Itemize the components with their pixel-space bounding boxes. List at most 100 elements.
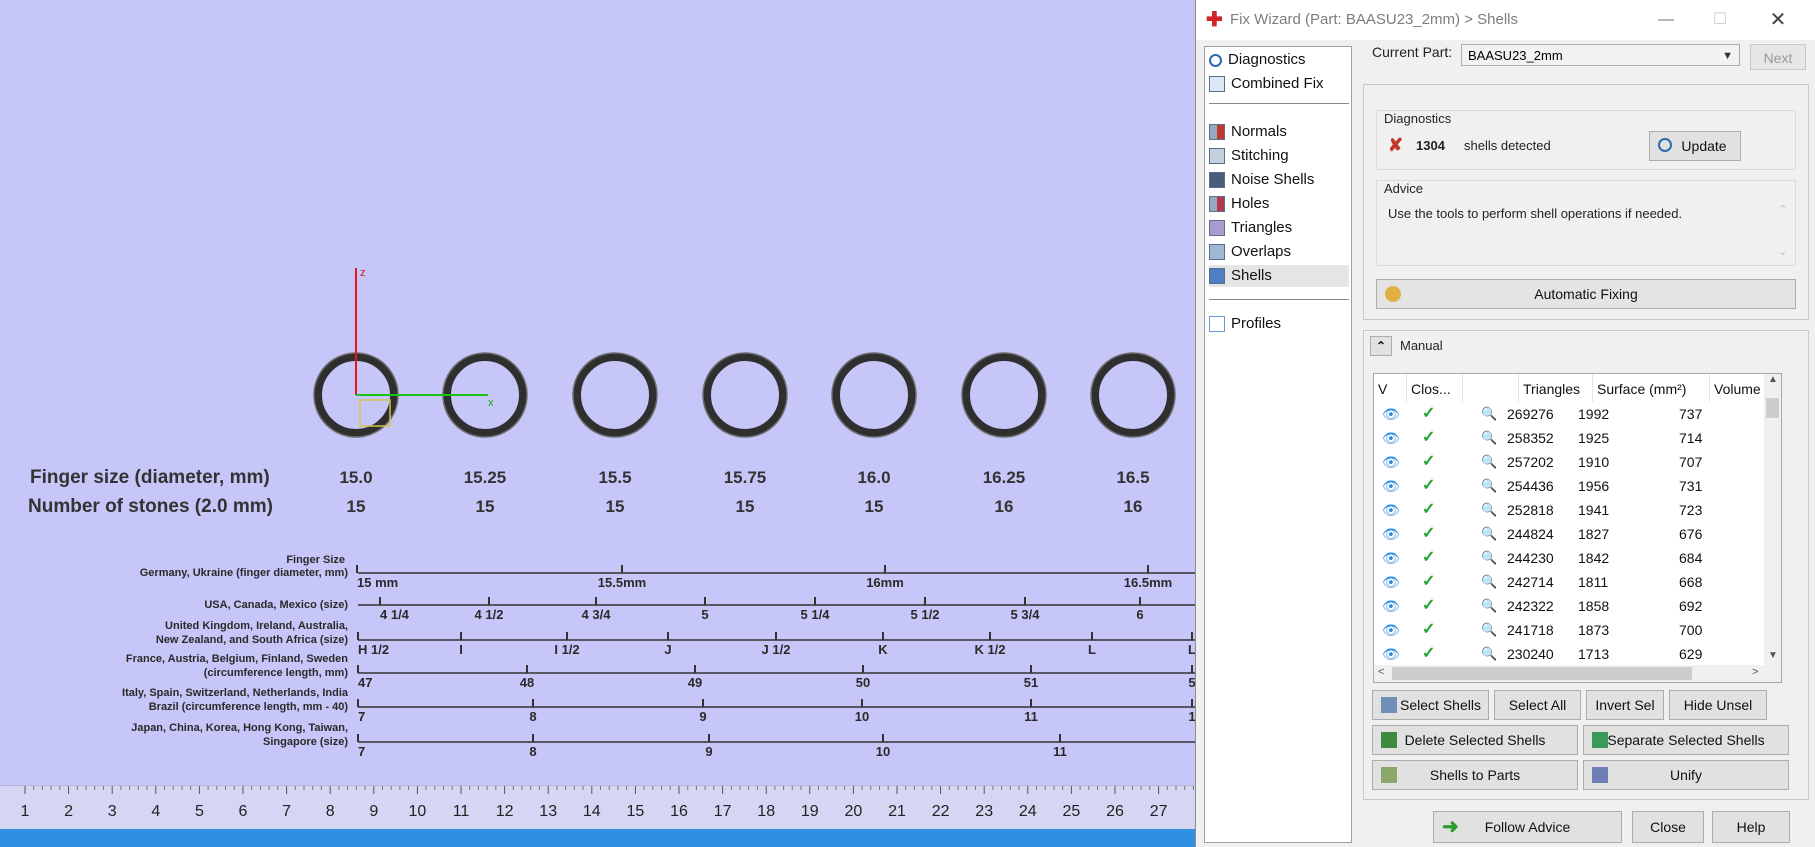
table-row[interactable]: 👁 ✓ 🔍 254436 1956 731 (1374, 474, 1766, 498)
eye-icon[interactable]: 👁 (1382, 426, 1400, 450)
eye-icon[interactable]: 👁 (1382, 522, 1400, 546)
magnifier-icon[interactable]: 🔍 (1481, 642, 1497, 666)
title-bar[interactable]: ✚ Fix Wizard (Part: BAASU23_2mm) > Shell… (1196, 0, 1815, 40)
scroll-down-icon[interactable]: ▼ (1768, 650, 1778, 661)
table-row[interactable]: 👁 ✓ 🔍 257202 1910 707 (1374, 450, 1766, 474)
table-row[interactable]: 👁 ✓ 🔍 269276 1992 737 (1374, 402, 1766, 426)
delete-selected-shells-button[interactable]: Delete Selected Shells (1372, 725, 1578, 755)
scroll-up-icon[interactable]: ⌃ (1778, 203, 1787, 216)
scroll-right-icon[interactable]: > (1752, 666, 1758, 678)
column-header[interactable]: Clos... (1407, 374, 1463, 402)
nav-item-holes[interactable]: Holes (1209, 193, 1349, 215)
size-row-label: France, Austria, Belgium, Finland, Swede… (126, 653, 348, 665)
magnifier-icon[interactable]: 🔍 (1481, 570, 1497, 594)
scroll-left-icon[interactable]: < (1378, 666, 1384, 678)
eye-icon[interactable]: 👁 (1382, 450, 1400, 474)
current-part-dropdown[interactable]: BAASU23_2mm ▼ (1461, 44, 1740, 66)
nav-item-shells[interactable]: Shells (1209, 265, 1349, 287)
magnifier-icon[interactable]: 🔍 (1481, 402, 1497, 426)
nav-item-label: Holes (1231, 195, 1270, 212)
close-button[interactable]: Close (1632, 811, 1704, 843)
nav-item-normals[interactable]: Normals (1209, 121, 1349, 143)
shells-table[interactable]: V Clos... Triangles Surface (mm²) Volume… (1373, 373, 1782, 683)
update-button[interactable]: Update (1649, 131, 1741, 161)
size-tick-label: 10 (855, 709, 869, 724)
manual-heading: Manual (1400, 338, 1443, 353)
nav-item-diagnostics[interactable]: Diagnostics (1209, 49, 1349, 71)
follow-advice-button[interactable]: ➜ Follow Advice (1433, 811, 1622, 843)
hide-unsel-button[interactable]: Hide Unsel (1669, 690, 1767, 720)
table-row[interactable]: 👁 ✓ 🔍 242714 1811 668 (1374, 570, 1766, 594)
magnifier-icon[interactable]: 🔍 (1481, 594, 1497, 618)
advice-text: Use the tools to perform shell operation… (1388, 206, 1683, 221)
volume-cell: 700 (1679, 622, 1703, 638)
eye-icon[interactable]: 👁 (1382, 546, 1400, 570)
volume-cell: 668 (1679, 574, 1703, 590)
separate-selected-shells-button[interactable]: Separate Selected Shells (1583, 725, 1789, 755)
invert-sel-button[interactable]: Invert Sel (1586, 690, 1664, 720)
vertical-scrollbar[interactable]: ▲ ▼ (1764, 374, 1781, 682)
scroll-up-icon[interactable]: ▲ (1768, 374, 1778, 385)
column-header[interactable]: Volume (1710, 374, 1766, 402)
magnifier-icon[interactable]: 🔍 (1481, 546, 1497, 570)
eye-icon[interactable]: 👁 (1382, 618, 1400, 642)
column-header[interactable]: Triangles (1519, 374, 1593, 402)
scrollbar-thumb[interactable] (1392, 667, 1692, 680)
maximize-icon[interactable]: ☐ (1698, 6, 1742, 34)
3d-viewport[interactable]: z x Finger size (diameter, mm) Number of st… (0, 0, 1195, 847)
column-header[interactable]: Surface (mm²) (1593, 374, 1710, 402)
ruler-number: 5 (195, 803, 204, 820)
minimize-icon[interactable]: — (1644, 6, 1688, 34)
magnifier-icon[interactable]: 🔍 (1481, 450, 1497, 474)
table-row[interactable]: 👁 ✓ 🔍 244824 1827 676 (1374, 522, 1766, 546)
nav-item-profiles[interactable]: Profiles (1209, 313, 1349, 335)
magnifier-icon[interactable]: 🔍 (1481, 522, 1497, 546)
nav-item-triangles[interactable]: Triangles (1209, 217, 1349, 239)
magnifier-icon[interactable]: 🔍 (1481, 618, 1497, 642)
triangles-cell: 242714 (1507, 574, 1554, 590)
scrollbar-thumb[interactable] (1766, 398, 1779, 418)
size-row-label: Germany, Ukraine (finger diameter, mm) (140, 567, 349, 579)
automatic-fixing-button[interactable]: Automatic Fixing (1376, 279, 1796, 309)
magnifier-icon[interactable]: 🔍 (1481, 474, 1497, 498)
advice-group (1376, 180, 1796, 266)
delete-selected-label: Delete Selected Shells (1404, 732, 1546, 748)
checkmark-icon: ✓ (1422, 597, 1436, 614)
magnifier-icon[interactable]: 🔍 (1481, 426, 1497, 450)
table-row[interactable]: 👁 ✓ 🔍 241718 1873 700 (1374, 618, 1766, 642)
shells-to-parts-button[interactable]: Shells to Parts (1372, 760, 1578, 790)
eye-icon[interactable]: 👁 (1382, 402, 1400, 426)
combined-fix-icon (1209, 76, 1225, 93)
nav-item-overlaps[interactable]: Overlaps (1209, 241, 1349, 263)
nav-item-combined-fix[interactable]: Combined Fix (1209, 73, 1349, 95)
nav-item-noise-shells[interactable]: Noise Shells (1209, 169, 1349, 191)
size-tick-label: K 1/2 (974, 642, 1005, 657)
table-row[interactable]: 👁 ✓ 🔍 230240 1713 629 (1374, 642, 1766, 666)
collapse-manual-button[interactable]: ⌃ (1370, 336, 1392, 356)
unify-button[interactable]: Unify (1583, 760, 1789, 790)
checkmark-icon: ✓ (1422, 645, 1436, 662)
stones-label: Number of stones (2.0 mm) (28, 496, 273, 517)
column-header[interactable]: V (1374, 374, 1407, 402)
eye-icon[interactable]: 👁 (1382, 474, 1400, 498)
eye-icon[interactable]: 👁 (1382, 570, 1400, 594)
eye-icon[interactable]: 👁 (1382, 642, 1400, 666)
eye-icon[interactable]: 👁 (1382, 498, 1400, 522)
eye-icon[interactable]: 👁 (1382, 594, 1400, 618)
magnifier-icon[interactable]: 🔍 (1481, 498, 1497, 522)
table-row[interactable]: 👁 ✓ 🔍 244230 1842 684 (1374, 546, 1766, 570)
nav-item-stitching[interactable]: Stitching (1209, 145, 1349, 167)
column-header[interactable] (1463, 374, 1519, 402)
current-part-label: Current Part: (1372, 44, 1453, 60)
select-shells-button[interactable]: Select Shells (1372, 690, 1489, 720)
table-row[interactable]: 👁 ✓ 🔍 252818 1941 723 (1374, 498, 1766, 522)
close-icon[interactable]: ✕ (1756, 6, 1800, 34)
scroll-down-icon[interactable]: ⌄ (1778, 245, 1787, 258)
next-button[interactable]: Next (1750, 44, 1806, 70)
horizontal-scrollbar[interactable]: < > (1374, 665, 1766, 682)
select-all-button[interactable]: Select All (1494, 690, 1581, 720)
help-button[interactable]: Help (1712, 811, 1790, 843)
table-row[interactable]: 👁 ✓ 🔍 242322 1858 692 (1374, 594, 1766, 618)
viewport-canvas[interactable]: z x Finger size (diameter, mm) Number of st… (0, 0, 1195, 785)
table-row[interactable]: 👁 ✓ 🔍 258352 1925 714 (1374, 426, 1766, 450)
